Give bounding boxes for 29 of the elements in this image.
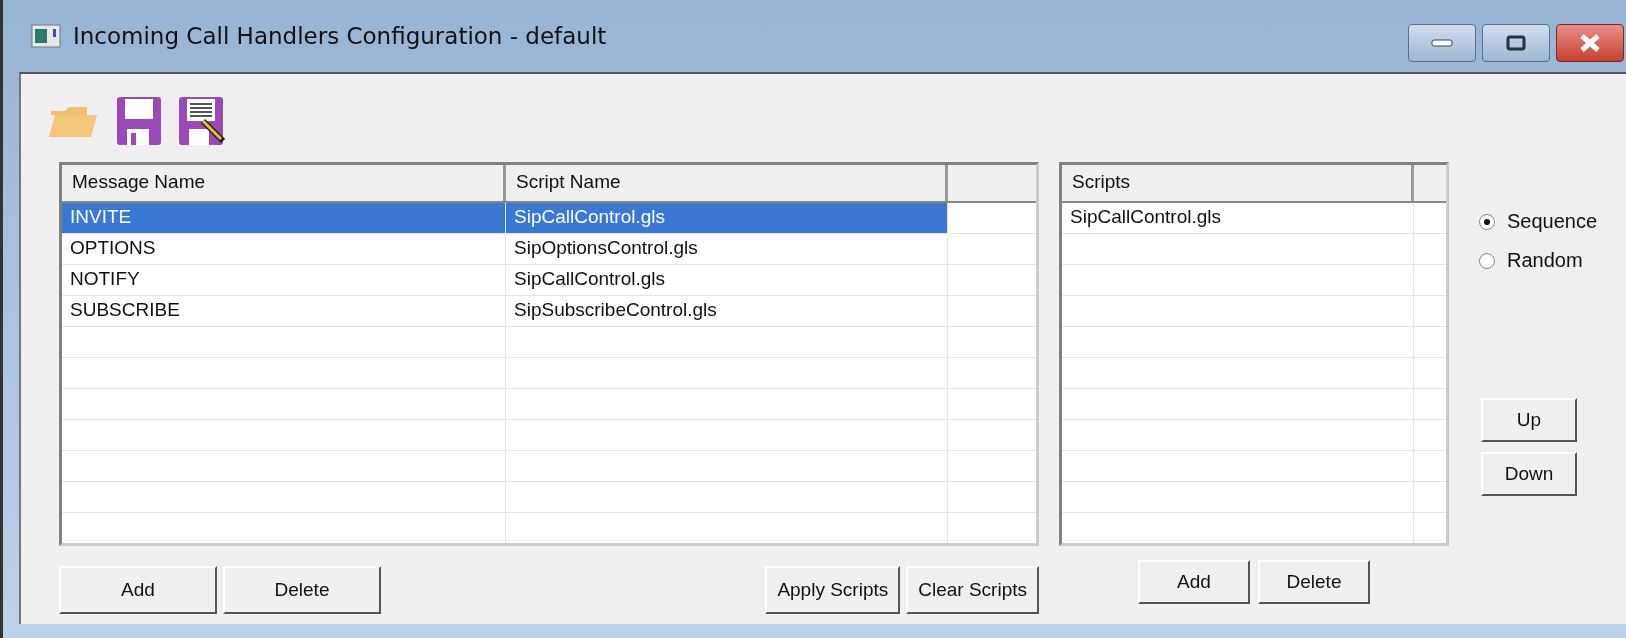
table-cell[interactable]: SipCallControl.gls [1062,203,1414,233]
apply-scripts-button[interactable]: Apply Scripts [765,566,901,614]
table-cell[interactable]: SipCallControl.gls [506,203,948,233]
clear-scripts-button[interactable]: Clear Scripts [906,566,1039,614]
radio-option[interactable]: Random [1479,249,1598,272]
maximize-icon [1506,35,1526,51]
delete-button[interactable]: Delete [1258,560,1370,604]
window-title: Incoming Call Handlers Configuration - default [73,23,607,49]
up-button[interactable]: Up [1481,398,1577,442]
maximize-button[interactable] [1482,24,1550,62]
table-cell[interactable]: OPTIONS [62,234,506,264]
close-icon [1579,34,1601,52]
add-button[interactable]: Add [59,566,217,614]
delete-button[interactable]: Delete [223,566,381,614]
close-button[interactable] [1556,24,1624,62]
down-button[interactable]: Down [1481,452,1577,496]
table-cell[interactable]: SUBSCRIBE [62,296,506,326]
minimize-icon [1431,39,1453,47]
minimize-button[interactable] [1408,24,1476,62]
table-cell[interactable]: NOTIFY [62,265,506,295]
table-cell[interactable]: SipSubscribeControl.gls [506,296,948,326]
table-cell[interactable]: SipCallControl.gls [506,265,948,295]
save-icon[interactable] [115,95,163,147]
app-icon [31,24,61,48]
add-button[interactable]: Add [1138,560,1250,604]
table-cell[interactable]: SipOptionsControl.gls [506,234,948,264]
table-cell[interactable]: INVITE [62,203,506,233]
save-as-icon[interactable] [177,95,225,147]
radio-option[interactable]: Sequence [1479,210,1598,233]
